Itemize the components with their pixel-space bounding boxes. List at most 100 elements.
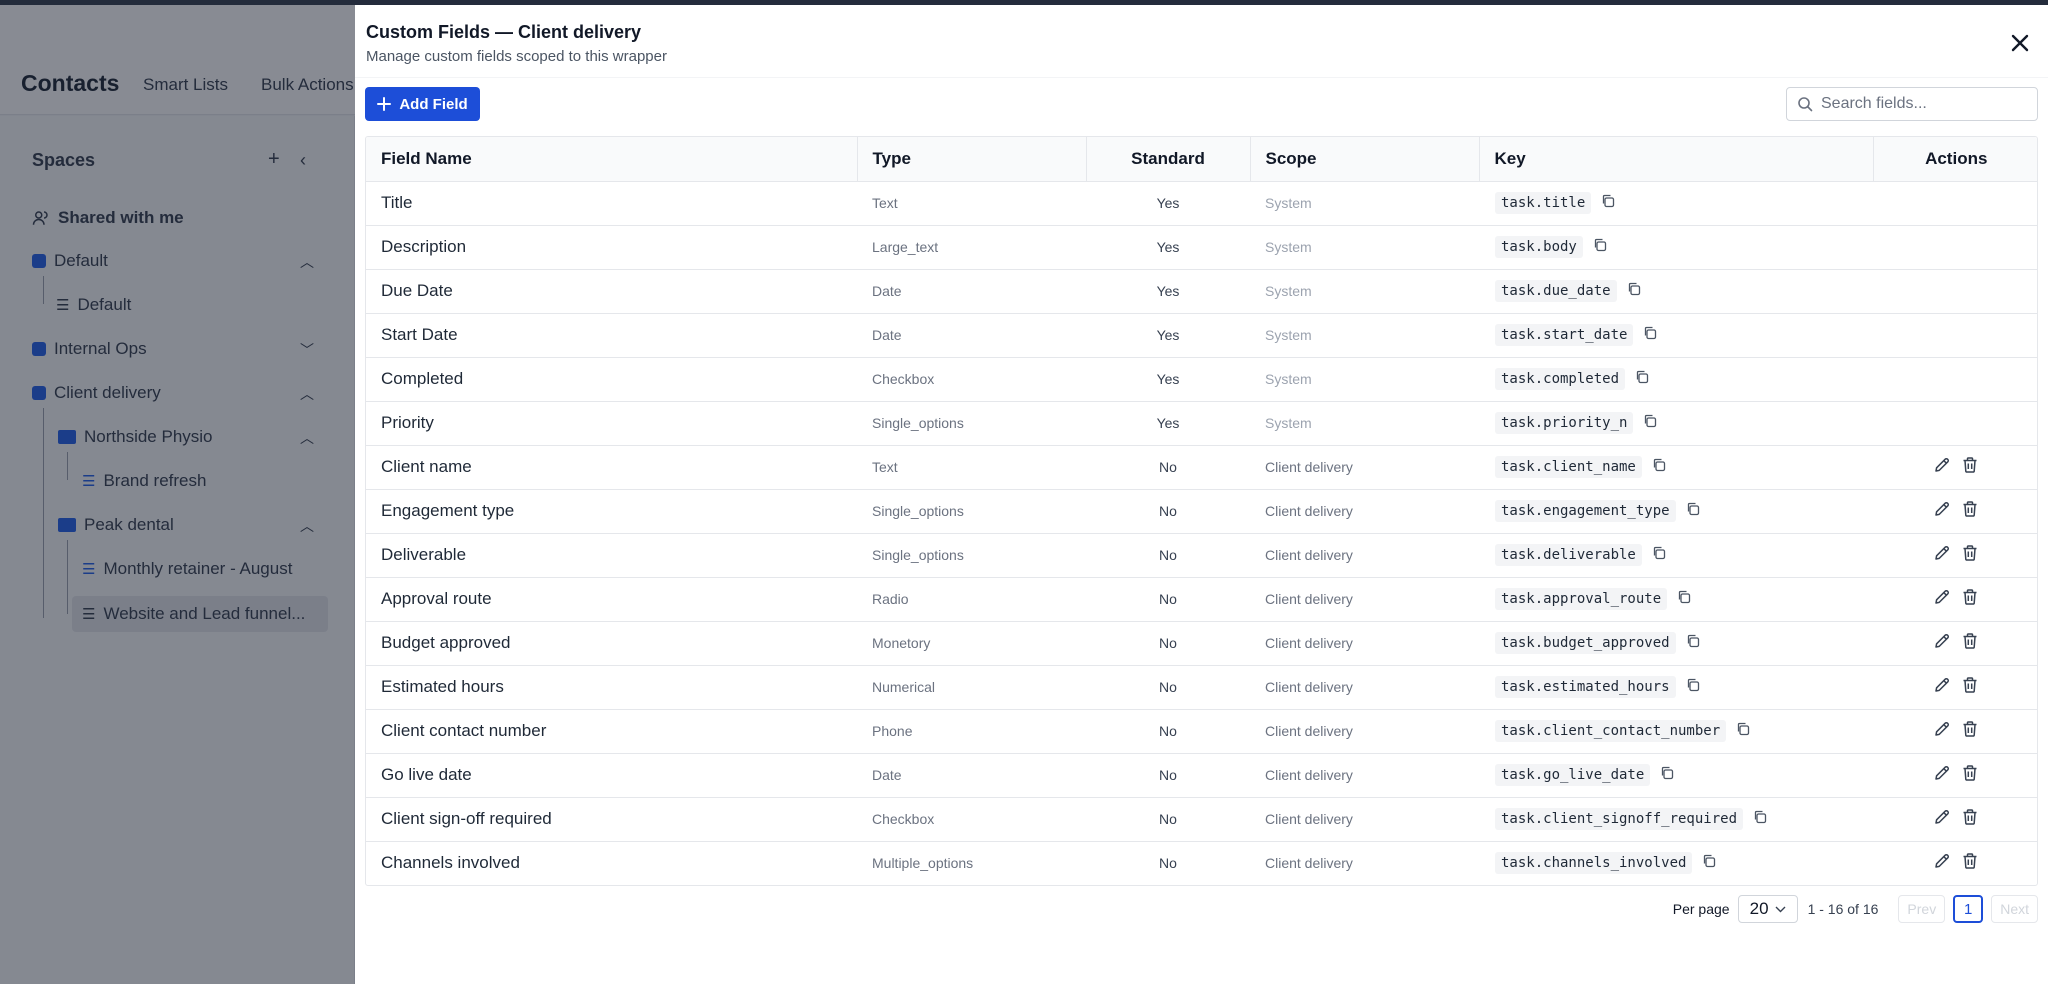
field-key: task.go_live_date bbox=[1495, 764, 1651, 786]
copy-key-button[interactable] bbox=[1652, 458, 1666, 477]
edit-field-button[interactable] bbox=[1933, 588, 1951, 611]
field-type-cell: Date bbox=[857, 313, 1086, 358]
field-name-cell: Go live date bbox=[366, 753, 857, 798]
delete-field-button[interactable] bbox=[1961, 676, 1979, 699]
edit-field-button[interactable] bbox=[1933, 720, 1951, 743]
trash-icon bbox=[1963, 853, 1977, 869]
copy-key-button[interactable] bbox=[1686, 678, 1700, 697]
per-page-value: 20 bbox=[1749, 899, 1769, 918]
field-standard-cell: Yes bbox=[1086, 225, 1250, 270]
panel-subtitle: Manage custom fields scoped to this wrap… bbox=[366, 48, 667, 65]
copy-key-button[interactable] bbox=[1593, 238, 1607, 257]
field-type-cell: Date bbox=[857, 269, 1086, 314]
field-scope-cell: System bbox=[1250, 181, 1479, 226]
copy-key-button[interactable] bbox=[1660, 766, 1674, 785]
field-actions-cell bbox=[1873, 709, 2037, 754]
field-key: task.client_contact_number bbox=[1495, 720, 1727, 742]
delete-field-button[interactable] bbox=[1961, 764, 1979, 787]
field-key-cell: task.channels_involved bbox=[1479, 841, 1873, 885]
field-key-cell: task.due_date bbox=[1479, 269, 1873, 314]
copy-icon bbox=[1679, 590, 1691, 603]
delete-field-button[interactable] bbox=[1961, 808, 1979, 831]
search-box bbox=[1786, 87, 2038, 121]
pencil-icon bbox=[1935, 677, 1950, 692]
search-input[interactable] bbox=[1821, 95, 2021, 113]
close-icon bbox=[2011, 34, 2029, 52]
copy-key-button[interactable] bbox=[1736, 722, 1750, 741]
copy-icon bbox=[1645, 414, 1657, 427]
edit-field-button[interactable] bbox=[1933, 632, 1951, 655]
close-button[interactable] bbox=[2006, 29, 2034, 57]
copy-key-button[interactable] bbox=[1652, 546, 1666, 565]
field-key: task.start_date bbox=[1495, 324, 1634, 346]
delete-field-button[interactable] bbox=[1961, 852, 1979, 875]
delete-field-button[interactable] bbox=[1961, 544, 1979, 567]
pencil-icon bbox=[1935, 457, 1950, 472]
field-scope-cell: Client delivery bbox=[1250, 665, 1479, 710]
column-header-standard[interactable]: Standard bbox=[1086, 137, 1251, 182]
edit-field-button[interactable] bbox=[1933, 852, 1951, 875]
copy-icon bbox=[1754, 810, 1767, 823]
field-standard-cell: Yes bbox=[1086, 181, 1250, 226]
copy-key-button[interactable] bbox=[1677, 590, 1691, 609]
edit-field-button[interactable] bbox=[1933, 764, 1951, 787]
plus-icon bbox=[377, 97, 392, 111]
field-type-cell: Single_options bbox=[857, 401, 1086, 446]
field-name-cell: Approval route bbox=[366, 577, 857, 622]
field-actions-cell bbox=[1873, 621, 2037, 666]
copy-key-button[interactable] bbox=[1635, 370, 1649, 389]
next-page-button[interactable]: Next bbox=[1991, 895, 2038, 923]
field-name-cell: Title bbox=[366, 181, 857, 226]
edit-field-button[interactable] bbox=[1933, 500, 1951, 523]
pencil-icon bbox=[1935, 721, 1950, 736]
delete-field-button[interactable] bbox=[1961, 456, 1979, 479]
column-header-field-name[interactable]: Field Name bbox=[366, 137, 858, 182]
copy-key-button[interactable] bbox=[1702, 854, 1716, 873]
edit-field-button[interactable] bbox=[1933, 808, 1951, 831]
copy-key-button[interactable] bbox=[1753, 810, 1767, 829]
copy-icon bbox=[1687, 678, 1699, 691]
fields-table: Field Name Type Standard Scope Key Actio… bbox=[365, 136, 2038, 886]
field-standard-cell: No bbox=[1159, 855, 1177, 872]
page-range: 1 - 16 of 16 bbox=[1807, 901, 1879, 917]
copy-key-button[interactable] bbox=[1643, 414, 1657, 433]
copy-key-button[interactable] bbox=[1686, 634, 1700, 653]
prev-page-button[interactable]: Prev bbox=[1898, 895, 1946, 923]
pencil-icon bbox=[1935, 633, 1950, 648]
edit-field-button[interactable] bbox=[1933, 456, 1951, 479]
copy-key-button[interactable] bbox=[1686, 502, 1700, 521]
field-actions-cell bbox=[1873, 577, 2037, 622]
page-1-button[interactable]: 1 bbox=[1953, 895, 1984, 923]
column-header-key[interactable]: Key bbox=[1479, 137, 1874, 182]
field-actions-cell bbox=[1873, 445, 2037, 490]
field-key-cell: task.priority_n bbox=[1479, 401, 1873, 446]
trash-icon bbox=[1963, 544, 1977, 561]
column-header-scope[interactable]: Scope bbox=[1250, 137, 1480, 182]
copy-key-button[interactable] bbox=[1601, 194, 1615, 213]
field-type-cell: Numerical bbox=[857, 665, 1086, 710]
field-name-cell: Channels involved bbox=[381, 853, 520, 873]
delete-field-button[interactable] bbox=[1961, 588, 1979, 611]
field-scope-cell: Client delivery bbox=[1265, 855, 1353, 872]
divider bbox=[355, 77, 2048, 78]
pencil-icon bbox=[1935, 809, 1950, 824]
field-scope-cell: Client delivery bbox=[1250, 709, 1479, 754]
field-name-cell: Completed bbox=[366, 357, 857, 402]
delete-field-button[interactable] bbox=[1961, 632, 1979, 655]
column-header-type[interactable]: Type bbox=[857, 137, 1087, 182]
field-key: task.engagement_type bbox=[1495, 500, 1676, 522]
copy-key-button[interactable] bbox=[1643, 326, 1657, 345]
field-standard-cell: Yes bbox=[1086, 269, 1250, 314]
copy-key-button[interactable] bbox=[1627, 282, 1641, 301]
trash-icon bbox=[1963, 808, 1977, 825]
add-field-button[interactable]: Add Field bbox=[365, 87, 480, 121]
trash-icon bbox=[1963, 632, 1977, 649]
per-page-select[interactable]: 20 bbox=[1737, 895, 1798, 923]
delete-field-button[interactable] bbox=[1961, 720, 1979, 743]
edit-field-button[interactable] bbox=[1933, 544, 1951, 567]
pencil-icon bbox=[1935, 545, 1950, 560]
delete-field-button[interactable] bbox=[1961, 500, 1979, 523]
trash-icon bbox=[1963, 720, 1977, 737]
edit-field-button[interactable] bbox=[1933, 676, 1951, 699]
field-key-cell: task.client_signoff_required bbox=[1479, 797, 1873, 842]
